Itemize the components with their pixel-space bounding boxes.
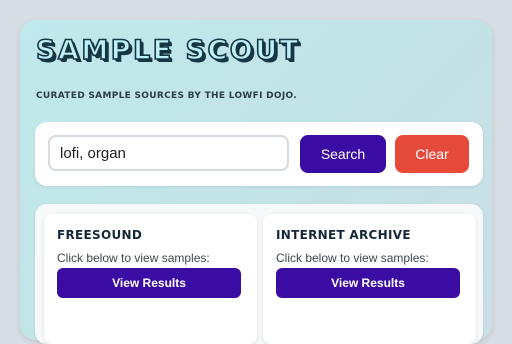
app-subtitle: Curated sample sources by the Lowfi Dojo… — [36, 91, 297, 101]
source-hint: Click below to view samples: — [276, 251, 429, 265]
app-title: Sample Scout — [35, 35, 301, 66]
search-card: Search Clear — [35, 122, 483, 186]
search-button[interactable]: Search — [300, 135, 386, 173]
app-panel: Sample Scout Curated sample sources by t… — [20, 20, 492, 344]
view-results-button-freesound[interactable]: View Results — [57, 268, 241, 298]
clear-button[interactable]: Clear — [395, 135, 469, 173]
source-hint: Click below to view samples: — [57, 251, 210, 265]
view-results-button-internet-archive[interactable]: View Results — [276, 268, 460, 298]
source-title: INTERNET ARCHIVE — [276, 228, 411, 242]
source-card-freesound: FREESOUND Click below to view samples: V… — [44, 214, 257, 344]
results-area: FREESOUND Click below to view samples: V… — [35, 204, 483, 344]
source-card-internet-archive: INTERNET ARCHIVE Click below to view sam… — [263, 214, 476, 344]
search-input[interactable] — [48, 135, 289, 171]
source-title: FREESOUND — [57, 228, 143, 242]
